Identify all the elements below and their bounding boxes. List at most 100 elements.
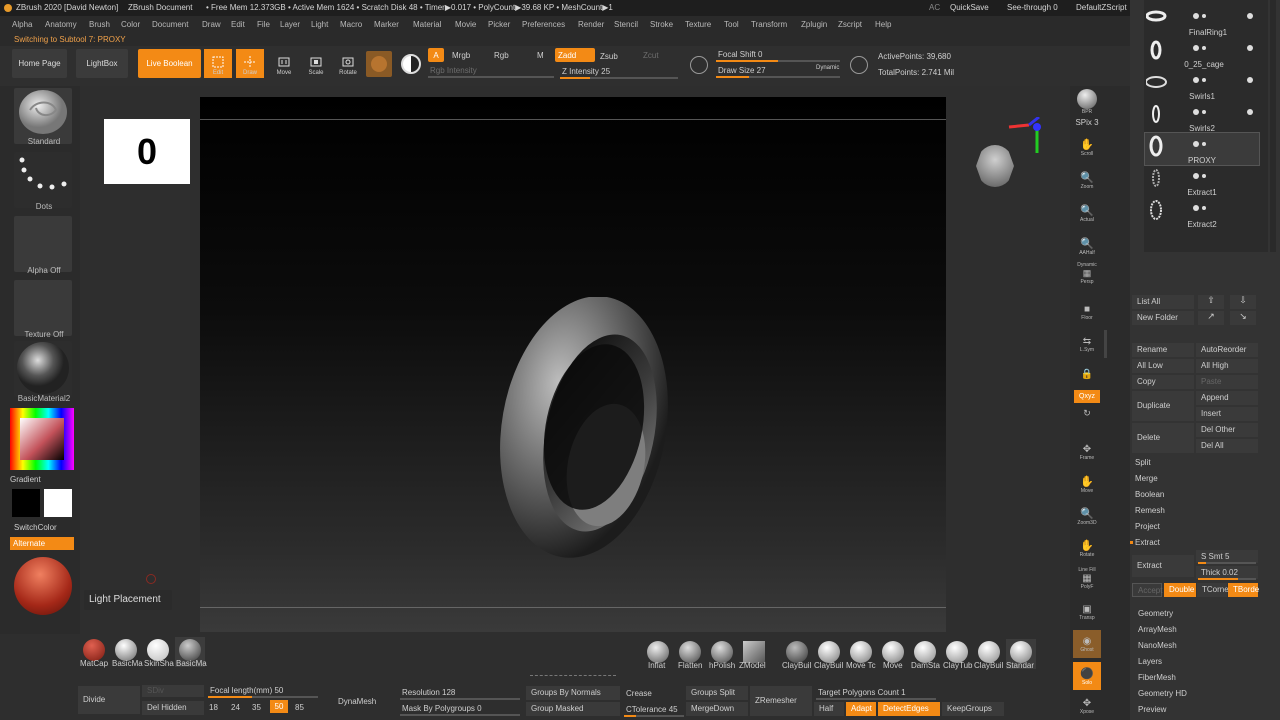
nanomesh-section[interactable]: NanoMesh (1138, 641, 1177, 650)
brush-thumbnail[interactable] (14, 88, 72, 144)
paste-button[interactable]: Paste (1196, 375, 1258, 389)
persp-button[interactable]: Dynamic ▦ Persp (1073, 260, 1101, 286)
zsub-button[interactable]: Zsub (600, 52, 618, 61)
home-page-button[interactable]: Home Page (12, 49, 67, 78)
focal-preset-24[interactable]: 24 (231, 703, 240, 712)
extract-button[interactable]: Extract (1132, 555, 1194, 577)
edit-button[interactable]: Edit (204, 49, 232, 78)
spix-button[interactable]: SPix 3 (1074, 118, 1100, 127)
mask-by-polygroups-slider[interactable]: Mask By Polygroups 0 (402, 704, 482, 713)
color-square[interactable] (20, 418, 64, 460)
menu-macro[interactable]: Macro (340, 20, 362, 29)
s-smt-track[interactable] (1198, 562, 1256, 564)
menu-stroke[interactable]: Stroke (650, 20, 673, 29)
transp-button[interactable]: ▣ Transp (1073, 598, 1101, 626)
double-button[interactable]: Double (1164, 583, 1196, 597)
claybuildup3-brush-icon[interactable] (978, 641, 1000, 663)
move-down-icon[interactable]: ⇩ (1230, 295, 1256, 309)
menu-zscript[interactable]: Zscript (838, 20, 862, 29)
main-color-swatch[interactable] (44, 489, 72, 517)
secondary-color-swatch[interactable] (12, 489, 40, 517)
ghost-button[interactable]: ◉ Ghost (1073, 630, 1101, 658)
new-folder-button[interactable]: New Folder (1132, 311, 1194, 325)
rotate-button[interactable]: Rotate (334, 49, 362, 78)
mask-by-polygroups-track[interactable] (400, 714, 520, 716)
move-brush-icon[interactable] (882, 641, 904, 663)
frame-button[interactable]: ✥ Frame (1073, 438, 1101, 466)
focal-preset-85[interactable]: 85 (295, 703, 304, 712)
move-up-icon[interactable]: ⇧ (1198, 295, 1224, 309)
focal-shift-slider[interactable]: Focal Shift 0 (718, 50, 762, 59)
move-view-button[interactable]: ✋ Move (1073, 470, 1101, 498)
ac-label[interactable]: AC (929, 3, 940, 12)
mergedown-button[interactable]: MergeDown (686, 702, 748, 716)
duplicate-button[interactable]: Duplicate (1132, 391, 1194, 421)
menu-light[interactable]: Light (311, 20, 328, 29)
draw-size-slider[interactable]: Draw Size 27 (718, 66, 766, 75)
aahalf-button[interactable]: 🔍 AAHalf (1073, 232, 1101, 260)
menu-preferences[interactable]: Preferences (522, 20, 565, 29)
focal-length-slider[interactable]: Focal length(mm) 50 (210, 686, 283, 695)
focal-length-track[interactable] (208, 696, 318, 698)
del-other-button[interactable]: Del Other (1196, 423, 1258, 437)
scroll-button[interactable]: ✋ Scroll (1073, 133, 1101, 161)
damstandard-brush-icon[interactable] (914, 641, 936, 663)
boolean-section[interactable]: Boolean (1135, 490, 1164, 499)
zoom3d-button[interactable]: 🔍 Zoom3D (1073, 502, 1101, 530)
qxyz-button[interactable]: Qxyz (1074, 390, 1100, 403)
switchcolor-button[interactable]: SwitchColor (14, 523, 78, 532)
target-polygons-track[interactable] (816, 698, 936, 700)
crease-button[interactable]: Crease (626, 689, 652, 698)
skin-shade-icon[interactable] (147, 639, 169, 661)
menu-color[interactable]: Color (121, 20, 140, 29)
stroke-thumbnail[interactable] (14, 152, 72, 208)
claybuildup-brush-icon[interactable] (786, 641, 808, 663)
zmodeler-brush-icon[interactable] (743, 641, 765, 663)
focal-shift-icon[interactable] (690, 56, 708, 74)
claybuildup2-brush-icon[interactable] (818, 641, 840, 663)
merge-section[interactable]: Merge (1135, 474, 1158, 483)
menu-render[interactable]: Render (578, 20, 604, 29)
geometry-section[interactable]: Geometry (1138, 609, 1173, 618)
copy-button[interactable]: Copy (1132, 375, 1194, 389)
ctolerance-track[interactable] (624, 715, 684, 717)
del-all-button[interactable]: Del All (1196, 439, 1258, 453)
sdiv-slider[interactable]: SDiv (142, 685, 204, 697)
divide-button[interactable]: Divide (78, 686, 140, 714)
geometry-hd-section[interactable]: Geometry HD (1138, 689, 1187, 698)
z-intensity-track[interactable] (560, 77, 678, 79)
zcut-button[interactable]: Zcut (643, 51, 659, 60)
menu-material[interactable]: Material (413, 20, 441, 29)
preview-section[interactable]: Preview (1138, 705, 1166, 714)
basic-material2-icon[interactable] (179, 639, 201, 661)
group-masked-button[interactable]: Group Masked (526, 702, 620, 716)
hpolish-brush-icon[interactable] (711, 641, 733, 663)
color-picker[interactable] (10, 408, 74, 470)
matcap-sphere-icon[interactable] (83, 639, 105, 661)
split-section[interactable]: Split (1135, 458, 1151, 467)
red-material-sphere-icon[interactable] (14, 557, 72, 615)
groups-split-button[interactable]: Groups Split (686, 686, 748, 700)
tcorne-button[interactable]: TCorne (1197, 583, 1229, 597)
menu-edit[interactable]: Edit (231, 20, 245, 29)
default-zscript-button[interactable]: DefaultZScript (1076, 3, 1127, 12)
alpha-thumbnail[interactable] (14, 216, 72, 272)
menu-document[interactable]: Document (152, 20, 188, 29)
see-through-slider[interactable]: See-through 0 (1007, 3, 1058, 12)
focal-preset-35[interactable]: 35 (252, 703, 261, 712)
zoom-button[interactable]: 🔍 Zoom (1073, 166, 1101, 194)
fibermesh-section[interactable]: FiberMesh (1138, 673, 1176, 682)
bpr-button[interactable]: BPR (1073, 88, 1101, 116)
extract-section[interactable]: Extract (1135, 538, 1160, 547)
insert-button[interactable]: Insert (1196, 407, 1258, 421)
resolution-slider[interactable]: Resolution 128 (402, 688, 455, 697)
dynamesh-button[interactable]: DynaMesh (338, 697, 376, 706)
del-hidden-button[interactable]: Del Hidden (142, 701, 204, 715)
menu-marker[interactable]: Marker (374, 20, 399, 29)
draw-size-track[interactable] (716, 76, 840, 78)
lsym-button[interactable]: ⇆ L.Sym (1073, 330, 1101, 358)
all-high-button[interactable]: All High (1196, 359, 1258, 373)
menu-draw[interactable]: Draw (202, 20, 221, 29)
standard-brush-icon[interactable] (1010, 641, 1032, 663)
rename-button[interactable]: Rename (1132, 343, 1194, 357)
